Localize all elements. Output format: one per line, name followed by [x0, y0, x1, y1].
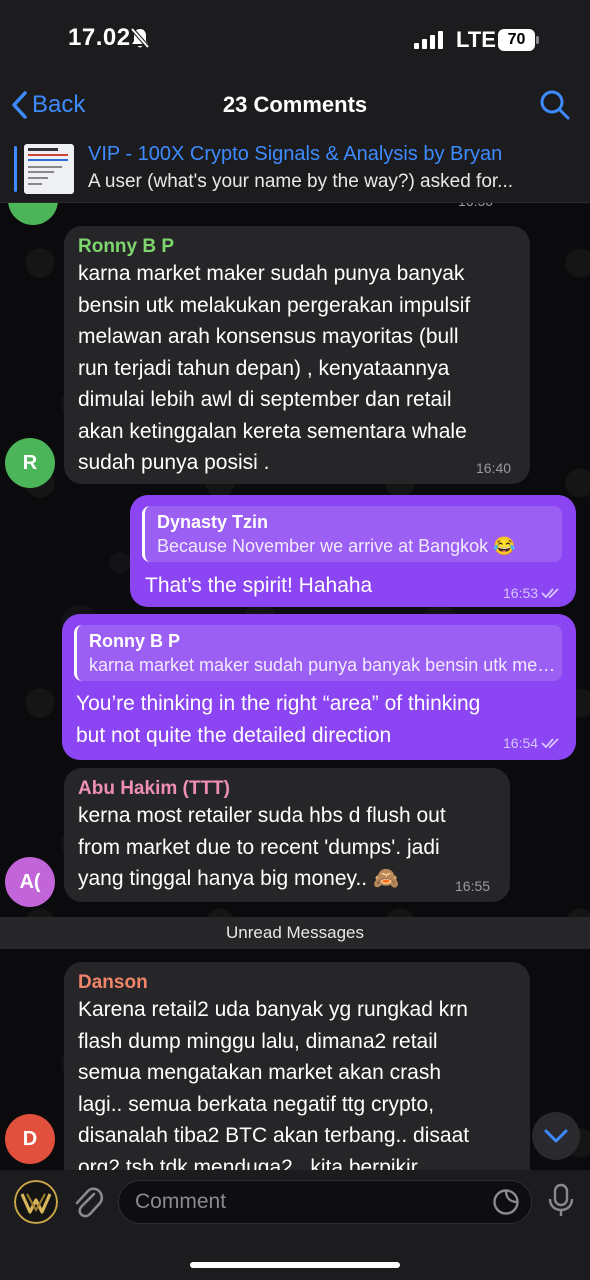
microphone-icon[interactable]	[546, 1183, 576, 1224]
home-indicator	[190, 1262, 400, 1268]
incoming-message[interactable]: Abu Hakim (TTT) kerna most retailer suda…	[64, 768, 510, 902]
message-text: kerna most retailer suda hbs d flush out…	[78, 804, 446, 890]
avatar[interactable]: D	[5, 1114, 55, 1164]
battery-level: 70	[507, 31, 526, 48]
reply-preview[interactable]: Dynasty Tzin Because November we arrive …	[142, 506, 562, 562]
reply-author: Dynasty Tzin	[157, 512, 269, 532]
message-time: 16:55	[455, 878, 491, 894]
battery-icon: 70	[498, 29, 539, 51]
channel-logo[interactable]	[14, 1180, 58, 1224]
sender-name: Danson	[78, 972, 148, 993]
incoming-message[interactable]: Ronny B P karna market maker sudah punya…	[64, 226, 530, 484]
status-time: 17.02	[68, 24, 131, 51]
outgoing-message[interactable]: Dynasty Tzin Because November we arrive …	[130, 495, 576, 607]
avatar[interactable]: A(	[5, 857, 55, 907]
sender-name: Ronny B P	[78, 236, 175, 257]
message-clip: Danson Karena retail2 uda banyak yg rung…	[0, 950, 590, 1170]
pinned-subtitle: A user (what's your name by the way?) as…	[88, 171, 513, 192]
signal-icon	[414, 31, 444, 54]
message-time: 16:53	[503, 585, 561, 601]
avatar[interactable]: R	[5, 438, 55, 488]
incoming-message[interactable]: Danson Karena retail2 uda banyak yg rung…	[64, 962, 530, 1170]
outgoing-message[interactable]: Ronny B P karna market maker sudah punya…	[62, 614, 576, 760]
chevron-down-icon	[544, 1129, 568, 1143]
reply-text: Because November we arrive at Bangkok 😂	[157, 536, 516, 556]
sticker-icon[interactable]	[492, 1188, 520, 1221]
message-text: karna market maker sudah punya banyak be…	[78, 262, 471, 474]
message-time: 16:54	[503, 735, 561, 751]
scroll-to-bottom-button[interactable]	[532, 1112, 580, 1160]
network-type: LTE	[456, 27, 496, 52]
pinned-thumbnail	[24, 144, 74, 194]
comment-input[interactable]	[118, 1180, 532, 1224]
bell-slash-icon	[130, 27, 150, 54]
pinned-title: VIP - 100X Crypto Signals & Analysis by …	[88, 143, 503, 165]
page-title: 23 Comments	[222, 92, 368, 117]
search-icon[interactable]	[538, 88, 572, 127]
message-text: You’re thinking in the right “area” of t…	[76, 692, 481, 747]
message-text: That’s the spirit! Hahaha	[145, 574, 373, 597]
reply-text: karna market maker sudah punya banyak be…	[89, 655, 557, 675]
message-time: 16:40	[476, 460, 512, 476]
read-checkmarks-icon	[541, 588, 559, 599]
avatar[interactable]	[8, 203, 58, 225]
unread-messages-divider: Unread Messages	[0, 917, 590, 949]
reply-author: Ronny B P	[89, 631, 181, 651]
read-checkmarks-icon	[541, 738, 559, 749]
pinned-indicator	[14, 146, 17, 192]
previous-message-time: 16:50	[458, 203, 493, 209]
paperclip-icon[interactable]	[72, 1186, 104, 1225]
message-text: Karena retail2 uda banyak yg rungkad krn…	[78, 998, 470, 1170]
reply-preview[interactable]: Ronny B P karna market maker sudah punya…	[74, 625, 562, 681]
sender-name: Abu Hakim (TTT)	[78, 778, 230, 799]
